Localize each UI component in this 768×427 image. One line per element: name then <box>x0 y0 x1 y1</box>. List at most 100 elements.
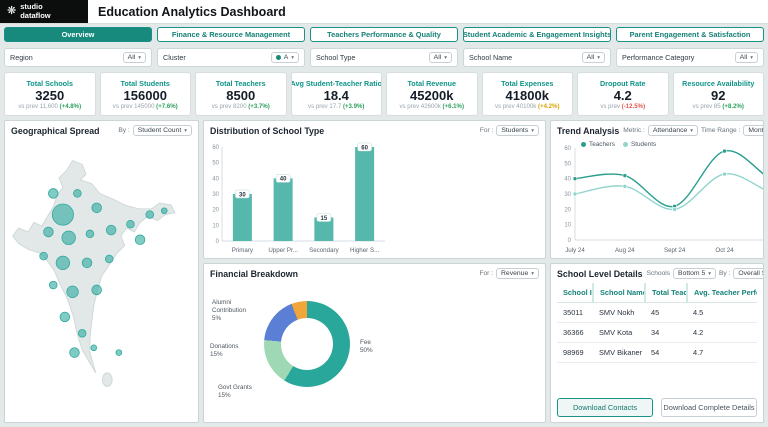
bar[interactable] <box>355 147 375 241</box>
col-avg-teacher-performance[interactable]: Avg. Teacher Performance Score <box>686 283 757 303</box>
map-bubble[interactable] <box>59 311 71 323</box>
chevron-down-icon: ▾ <box>690 127 694 134</box>
filter-bar: Region All ▾ Cluster A ▾ School Type All… <box>0 45 768 70</box>
table-row[interactable]: 35011 SMV Nokh 45 4.5 <box>557 302 757 323</box>
kpi-delta: (+7.6%) <box>156 102 178 110</box>
brand-name: studio dataflow <box>20 3 50 19</box>
donut-label-fee: Fee 50% <box>360 339 373 354</box>
col-total-teachers[interactable]: Total Teachers <box>644 283 687 303</box>
legend-swatch-icon <box>622 142 628 147</box>
map-bubble[interactable] <box>39 251 48 261</box>
school-sort-value: Overall School Performance <box>738 270 763 277</box>
kpi-delta: (+4.8%) <box>59 102 82 110</box>
school-name-select[interactable]: All ▾ <box>581 52 605 63</box>
bar[interactable] <box>273 178 293 241</box>
map-bubble[interactable] <box>73 189 82 198</box>
data-point[interactable] <box>722 148 727 154</box>
cell-total-teachers: 45 <box>645 302 687 323</box>
india-map <box>12 159 176 387</box>
kpi-delta: (-12.5%) <box>621 102 646 110</box>
table-row[interactable]: 36366 SMV Kota 34 4.2 <box>557 322 757 343</box>
cell-school-id: 98969 <box>557 342 593 363</box>
cell-avg-score: 4.5 <box>687 302 757 323</box>
cluster-select[interactable]: A ▾ <box>270 52 299 63</box>
trend-timerange-select[interactable]: Monthly ▾ <box>743 125 763 136</box>
tab-parent-engagement[interactable]: Parent Engagement & Satisfaction <box>616 27 764 42</box>
data-point[interactable] <box>622 184 628 189</box>
kpi-value: 18.4 <box>323 87 349 103</box>
performance-category-select[interactable]: All ▾ <box>734 52 758 63</box>
data-point[interactable] <box>672 207 677 212</box>
col-school-id[interactable]: School ID <box>557 283 593 303</box>
map-bubble[interactable] <box>61 230 76 245</box>
x-tick-label: Oct 24 <box>715 247 734 254</box>
y-tick-label: 60 <box>564 146 571 152</box>
map-bubble[interactable] <box>115 349 123 356</box>
map-bubble[interactable] <box>104 254 114 264</box>
legend-item-teachers[interactable]: Teachers <box>581 141 615 148</box>
map-bubble[interactable] <box>77 329 87 338</box>
chevron-down-icon: ▾ <box>750 54 753 61</box>
y-tick-label: 0 <box>216 239 220 245</box>
y-tick-label: 40 <box>212 176 219 182</box>
cluster-value: A <box>283 54 289 61</box>
geo-by-select[interactable]: Student Count ▾ <box>132 125 192 136</box>
panel-title: Trend Analysis <box>557 125 620 136</box>
map-bubble[interactable] <box>43 226 54 238</box>
map-bubble[interactable] <box>66 285 79 298</box>
data-point[interactable] <box>572 176 578 181</box>
tab-student-academic[interactable]: Student Academic & Engagement Insights <box>463 27 611 42</box>
filter-cluster: Cluster A ▾ <box>157 48 305 67</box>
schools-count-select[interactable]: Bottom 5 ▾ <box>673 268 716 279</box>
filter-school-name: School Name All ▾ <box>463 48 611 67</box>
bar-value-label: 15 <box>321 216 328 222</box>
financial-for-select[interactable]: Revenue ▾ <box>496 268 539 279</box>
school-sort-select[interactable]: Overall School Performance ▾ <box>733 268 763 279</box>
col-school-name[interactable]: School Name <box>592 283 645 303</box>
brand-line2: dataflow <box>20 10 51 20</box>
map-bubble[interactable] <box>55 255 71 271</box>
donut[interactable] <box>264 301 350 387</box>
y-tick-label: 20 <box>564 207 571 213</box>
school-type-value: All <box>433 54 442 61</box>
distribution-for-select[interactable]: Students ▾ <box>496 125 539 136</box>
kpi-prev: vs prev 11,600 (+4.8%) <box>18 102 82 110</box>
map-bubble[interactable] <box>91 202 102 214</box>
map-bubble[interactable] <box>85 229 95 239</box>
map-bubble[interactable] <box>160 207 168 215</box>
download-complete-details-button[interactable]: Download Complete Details <box>661 398 757 417</box>
distribution-for-value: Students <box>501 127 529 134</box>
map-bubble[interactable] <box>91 284 102 296</box>
region-select[interactable]: All ▾ <box>122 52 146 63</box>
map-bubble[interactable] <box>105 224 117 236</box>
map-bubble[interactable] <box>51 203 74 226</box>
tab-overview[interactable]: Overview <box>4 27 152 42</box>
map-bubble[interactable] <box>126 220 135 229</box>
data-point[interactable] <box>622 173 628 178</box>
bar-value-label: 60 <box>361 145 368 151</box>
metric-label: Metric : <box>623 127 645 134</box>
map-bubble[interactable] <box>49 280 58 290</box>
donut-label-alumni: Alumni Contribution 5% <box>212 299 246 322</box>
tab-finance-resource[interactable]: Finance & Resource Management <box>157 27 305 42</box>
legend-item-students[interactable]: Students <box>622 141 656 148</box>
map-bubble[interactable] <box>145 210 154 219</box>
bar[interactable] <box>232 194 252 241</box>
school-type-select[interactable]: All ▾ <box>428 52 452 63</box>
map-bubble[interactable] <box>69 347 80 358</box>
table-row[interactable]: 98969 SMV Bikaner 54 4.7 <box>557 342 757 363</box>
y-tick-label: 50 <box>564 161 571 167</box>
map-bubble[interactable] <box>48 188 59 199</box>
map-bubble[interactable] <box>81 257 93 269</box>
download-contacts-button[interactable]: Download Contacts <box>557 398 653 417</box>
kpi-title: Resource Availability <box>682 78 755 88</box>
data-point[interactable] <box>722 171 727 177</box>
data-point[interactable] <box>572 191 578 197</box>
map-bubble[interactable] <box>134 234 146 245</box>
trend-metric-select[interactable]: Attendance ▾ <box>647 125 699 136</box>
filter-region: Region All ▾ <box>4 48 152 67</box>
map-bubble[interactable] <box>90 344 98 352</box>
tab-teachers-performance[interactable]: Teachers Performance & Quality <box>310 27 458 42</box>
panel-financial-breakdown: Financial Breakdown For : Revenue ▾ Alum… <box>203 263 546 423</box>
kpi-prev: vs prev 17.7 (+3.9%) <box>308 102 365 110</box>
